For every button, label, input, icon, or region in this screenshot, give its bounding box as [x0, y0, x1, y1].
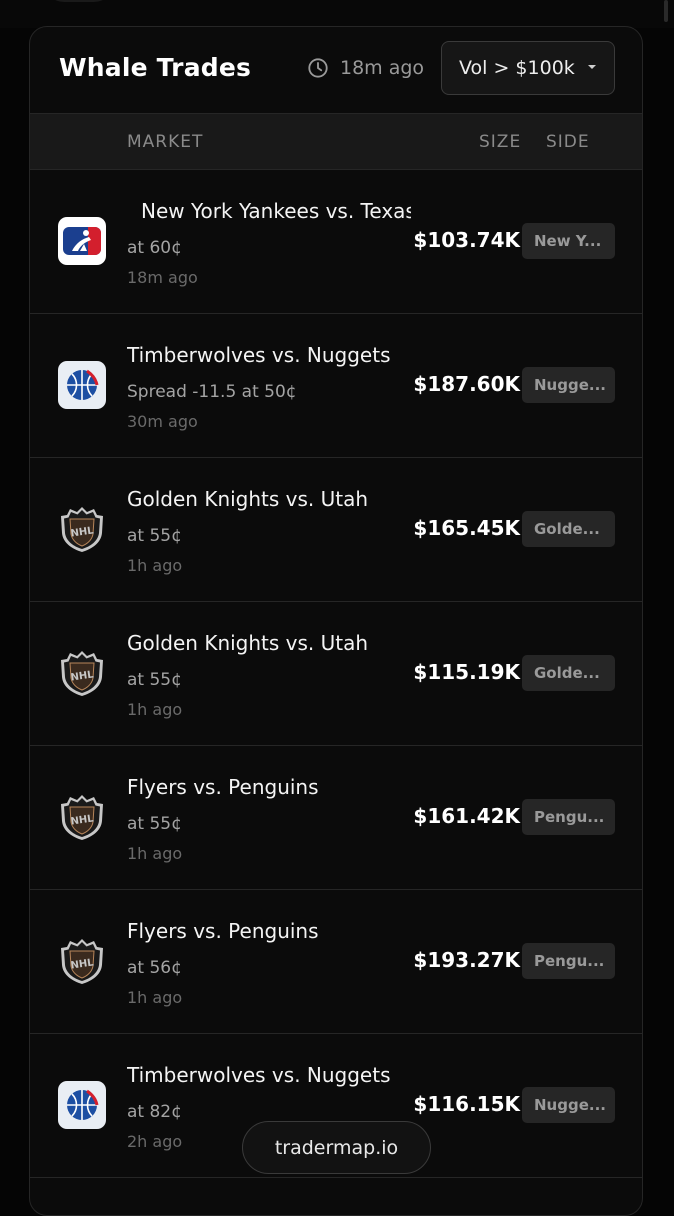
last-updated-text: 18m ago — [340, 57, 425, 79]
volume-filter-dropdown[interactable]: Vol > $100k — [441, 41, 615, 95]
nba-logo — [58, 361, 106, 409]
trade-size: $187.60K — [413, 372, 520, 396]
trade-row[interactable]: NHL Golden Knights vs. Utah at 55¢ 1h ago $1… — [30, 458, 642, 602]
trade-size: $193.27K — [413, 948, 520, 972]
trade-detail: at 55¢ — [127, 670, 182, 690]
nba-logo — [58, 1081, 106, 1129]
volume-filter-label: Vol > $100k — [459, 57, 575, 79]
watermark-badge: tradermap.io — [242, 1121, 431, 1174]
trade-row[interactable]: NHL Flyers vs. Penguins at 55¢ 1h ago $161.4… — [30, 746, 642, 890]
nhl-logo: NHL — [58, 649, 106, 697]
table-header: MARKET SIZE SIDE — [30, 114, 642, 170]
trade-time: 1h ago — [127, 844, 183, 863]
trade-time: 1h ago — [127, 988, 183, 1007]
trade-row[interactable]: NHL Golden Knights vs. Utah at 55¢ 1h ago $1… — [30, 602, 642, 746]
trade-time: 1h ago — [127, 700, 183, 719]
nhl-logo: NHL — [58, 937, 106, 985]
trade-side-badge[interactable]: Nugge... — [522, 1087, 615, 1123]
trade-row[interactable]: Timberwolves vs. Nuggets Spread -11.5 at … — [30, 314, 642, 458]
trade-time: 1h ago — [127, 556, 183, 575]
panel-title: Whale Trades — [59, 53, 252, 82]
trade-detail: at 56¢ — [127, 958, 182, 978]
trade-time: 18m ago — [127, 268, 198, 287]
trade-market: Golden Knights vs. Utah — [127, 487, 369, 511]
top-strip — [0, 0, 674, 28]
trade-size: $165.45K — [413, 516, 520, 540]
trade-detail: at 55¢ — [127, 526, 182, 546]
trades-list: New York Yankees vs. Texas at 60¢ 18m ago $… — [30, 170, 642, 1178]
trade-side-badge[interactable]: New Y... — [522, 223, 615, 259]
top-avatar-edge — [44, 0, 114, 2]
column-market[interactable]: MARKET — [127, 132, 203, 152]
trade-side-badge[interactable]: Pengu... — [522, 943, 615, 979]
trade-time: 2h ago — [127, 1132, 183, 1151]
panel-header: Whale Trades 18m ago Vol > $100k — [30, 27, 642, 114]
trade-side-badge[interactable]: Golde... — [522, 511, 615, 547]
trade-detail: at 55¢ — [127, 814, 182, 834]
last-updated: 18m ago — [307, 57, 424, 79]
trade-time: 30m ago — [127, 412, 198, 431]
whale-trades-panel: Whale Trades 18m ago Vol > $100k MARKET … — [29, 26, 643, 1216]
trade-side-badge[interactable]: Pengu... — [522, 799, 615, 835]
mlb-logo — [58, 217, 106, 265]
nhl-logo: NHL — [58, 505, 106, 553]
trade-market: Flyers vs. Penguins — [127, 775, 319, 799]
trade-row[interactable]: New York Yankees vs. Texas at 60¢ 18m ago $… — [30, 170, 642, 314]
column-side[interactable]: SIDE — [546, 132, 590, 152]
trade-market: Flyers vs. Penguins — [127, 919, 319, 943]
nhl-logo: NHL — [58, 793, 106, 841]
clock-icon — [308, 58, 328, 78]
trade-size: $161.42K — [413, 804, 520, 828]
trade-detail: Spread -11.5 at 50¢ — [127, 382, 297, 402]
scrollbar[interactable] — [664, 0, 668, 22]
trade-detail: at 60¢ — [127, 238, 182, 258]
trade-size: $103.74K — [413, 228, 520, 252]
trade-market: Timberwolves vs. Nuggets — [127, 1063, 391, 1087]
trade-size: $116.15K — [413, 1092, 520, 1116]
chevron-down-icon — [588, 65, 596, 69]
trade-detail: at 82¢ — [127, 1102, 182, 1122]
trade-market: Timberwolves vs. Nuggets — [127, 343, 391, 367]
trade-size: $115.19K — [413, 660, 520, 684]
trade-market: New York Yankees vs. Texas — [141, 199, 411, 223]
column-size[interactable]: SIZE — [479, 132, 521, 152]
trade-side-badge[interactable]: Golde... — [522, 655, 615, 691]
trade-side-badge[interactable]: Nugge... — [522, 367, 615, 403]
trade-market: Golden Knights vs. Utah — [127, 631, 369, 655]
trade-row[interactable]: NHL Flyers vs. Penguins at 56¢ 1h ago $193.2… — [30, 890, 642, 1034]
